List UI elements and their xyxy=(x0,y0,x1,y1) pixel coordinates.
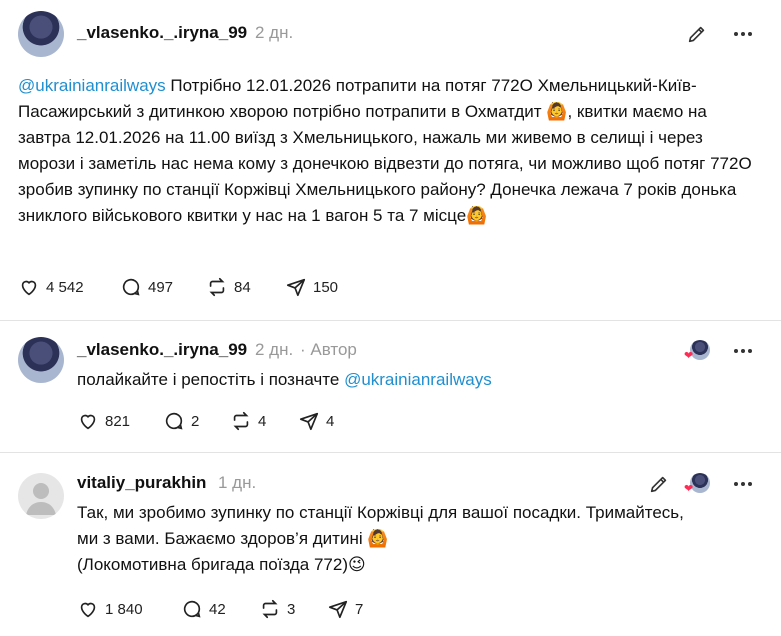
heart-icon: ❤ xyxy=(684,350,694,362)
send-icon xyxy=(286,278,306,297)
post-line: ми з вами. Бажаємо здоров’я дитині 🙆 xyxy=(77,529,389,548)
heart-icon xyxy=(21,280,37,296)
comment-icon xyxy=(183,600,201,618)
default-avatar-icon xyxy=(26,483,56,515)
reply-button[interactable]: 2 xyxy=(163,410,199,432)
mention-link[interactable]: @ukrainianrailways xyxy=(344,370,492,389)
post-line: (Локомотивна бригада поїзда 772)😉 xyxy=(77,555,366,574)
post-text: @ukrainianrailways Потрібно 12.01.2026 п… xyxy=(18,73,758,229)
repost-count: 3 xyxy=(287,600,296,618)
repost-icon xyxy=(262,599,278,619)
reply-count: 497 xyxy=(148,278,174,296)
heart-icon xyxy=(80,414,96,430)
repost-count: 4 xyxy=(258,412,267,430)
post-main: _vlasenko._.iryna_99 2 дн. @ukrainianrai… xyxy=(0,0,781,316)
comment-icon xyxy=(122,278,140,296)
send-icon xyxy=(328,600,348,619)
share-button[interactable]: 150 xyxy=(285,276,338,298)
author-liked-badge: ❤ xyxy=(684,340,710,362)
repost-button[interactable]: 4 xyxy=(230,410,266,432)
edit-icon[interactable] xyxy=(646,471,672,497)
heart-icon: ❤ xyxy=(684,483,694,495)
post-text: Так, ми зробимо зупинку по станції Коржі… xyxy=(77,500,767,578)
reply-post: vitaliy_purakhin 1 дн. ❤ Так, ми зробимо… xyxy=(0,453,781,636)
repost-count: 84 xyxy=(234,278,251,296)
more-options-icon[interactable] xyxy=(730,338,756,364)
share-button[interactable]: 7 xyxy=(327,598,363,620)
author-label: · Автор xyxy=(300,340,357,359)
username[interactable]: _vlasenko._.iryna_99 xyxy=(77,340,247,360)
like-count: 1 840 xyxy=(105,600,143,618)
share-button[interactable]: 4 xyxy=(298,410,334,432)
reply-button[interactable]: 497 xyxy=(120,276,173,298)
mention-link[interactable]: @ukrainianrailways xyxy=(18,76,166,95)
send-icon xyxy=(299,412,319,431)
repost-icon xyxy=(233,411,249,431)
comment-icon xyxy=(165,412,183,430)
like-count: 4 542 xyxy=(46,278,84,296)
avatar[interactable] xyxy=(18,473,64,519)
avatar[interactable] xyxy=(18,337,64,383)
reply-button[interactable]: 42 xyxy=(181,598,226,620)
reply-count: 2 xyxy=(191,412,200,430)
like-button[interactable]: 4 542 xyxy=(18,276,84,298)
like-count: 821 xyxy=(105,412,131,430)
post-body: Потрібно 12.01.2026 потрапити на потяг 7… xyxy=(18,76,752,225)
reply-post-author: _vlasenko._.iryna_99 2 дн. · Автор ❤ пол… xyxy=(0,321,781,451)
post-text: полайкайте і репостіть і позначте @ukrai… xyxy=(77,367,757,393)
edit-icon[interactable] xyxy=(684,21,710,47)
like-button[interactable]: 1 840 xyxy=(77,598,143,620)
reply-count: 42 xyxy=(209,600,226,618)
post-body: полайкайте і репостіть і позначте xyxy=(77,370,345,389)
more-options-icon[interactable] xyxy=(730,471,756,497)
post-time[interactable]: 2 дн. xyxy=(255,340,293,360)
avatar[interactable] xyxy=(18,11,64,57)
username[interactable]: vitaliy_purakhin xyxy=(77,473,206,493)
repost-button[interactable]: 3 xyxy=(259,598,295,620)
username[interactable]: _vlasenko._.iryna_99 xyxy=(77,23,247,43)
share-count: 150 xyxy=(313,278,339,296)
post-line: Так, ми зробимо зупинку по станції Коржі… xyxy=(77,503,684,522)
share-count: 7 xyxy=(355,600,364,618)
more-options-icon[interactable] xyxy=(730,21,756,47)
heart-icon xyxy=(80,602,96,618)
repost-icon xyxy=(209,277,225,297)
like-button[interactable]: 821 xyxy=(77,410,130,432)
share-count: 4 xyxy=(326,412,335,430)
author-liked-badge: ❤ xyxy=(684,473,710,495)
post-time[interactable]: 1 дн. xyxy=(218,473,256,493)
repost-button[interactable]: 84 xyxy=(206,276,251,298)
post-time[interactable]: 2 дн. xyxy=(255,23,293,43)
